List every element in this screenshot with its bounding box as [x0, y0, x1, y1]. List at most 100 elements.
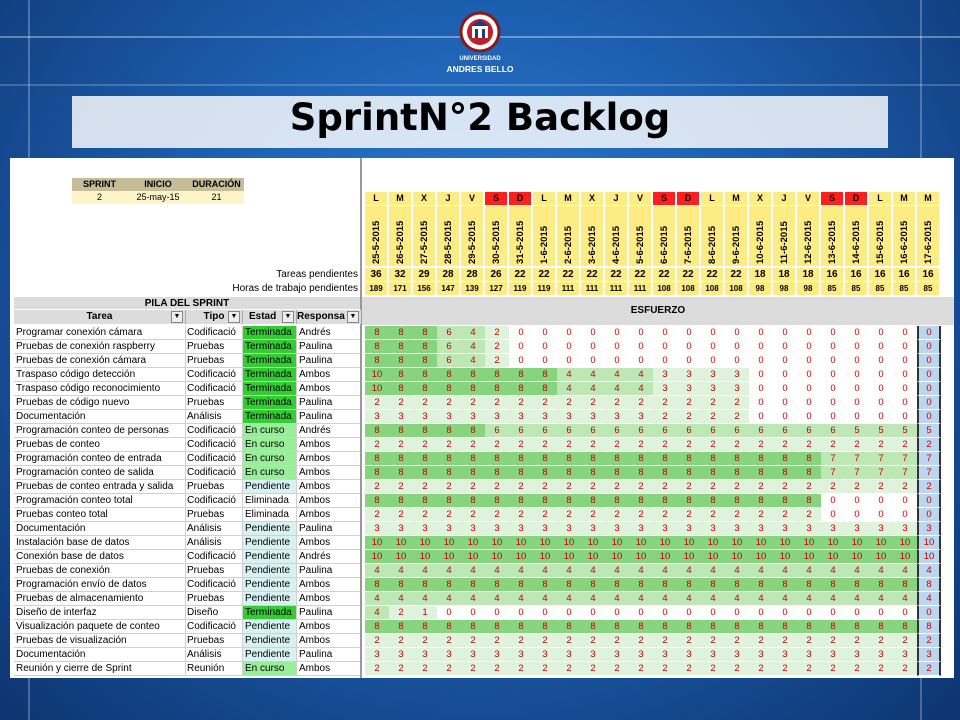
effort-cell[interactable]: 4: [893, 564, 917, 578]
effort-cell[interactable]: 8: [821, 578, 845, 592]
effort-cell[interactable]: 8: [701, 466, 725, 480]
effort-cell[interactable]: 0: [557, 340, 581, 354]
effort-cell[interactable]: 8: [485, 382, 509, 396]
effort-cell[interactable]: 4: [917, 564, 941, 578]
effort-cell[interactable]: 2: [485, 396, 509, 410]
task-name[interactable]: Programar conexión cámara: [14, 326, 186, 340]
effort-cell[interactable]: 0: [773, 326, 797, 340]
effort-cell[interactable]: 4: [581, 382, 605, 396]
effort-cell[interactable]: 10: [917, 536, 941, 550]
effort-cell[interactable]: 4: [605, 592, 629, 606]
effort-cell[interactable]: 2: [869, 662, 893, 676]
effort-cell[interactable]: 8: [485, 578, 509, 592]
effort-cell[interactable]: 0: [917, 340, 941, 354]
effort-cell[interactable]: 8: [629, 466, 653, 480]
effort-cell[interactable]: 4: [797, 592, 821, 606]
effort-cell[interactable]: 3: [533, 522, 557, 536]
effort-cell[interactable]: 6: [437, 340, 461, 354]
effort-cell[interactable]: 8: [725, 620, 749, 634]
effort-cell[interactable]: 8: [509, 466, 533, 480]
effort-cell[interactable]: 4: [557, 382, 581, 396]
effort-cell[interactable]: 0: [869, 508, 893, 522]
effort-cell[interactable]: 8: [629, 620, 653, 634]
effort-cell[interactable]: 4: [845, 592, 869, 606]
effort-cell[interactable]: 10: [389, 550, 413, 564]
task-name[interactable]: Pruebas de visualización: [14, 634, 186, 648]
task-type[interactable]: Pruebas: [186, 396, 243, 410]
effort-cell[interactable]: 2: [653, 662, 677, 676]
effort-cell[interactable]: 4: [773, 564, 797, 578]
effort-cell[interactable]: 2: [389, 508, 413, 522]
effort-cell[interactable]: 8: [605, 466, 629, 480]
effort-cell[interactable]: 8: [365, 340, 389, 354]
effort-cell[interactable]: 8: [797, 494, 821, 508]
effort-cell[interactable]: 0: [725, 606, 749, 620]
effort-cell[interactable]: 4: [917, 592, 941, 606]
task-name[interactable]: Pruebas conteo total: [14, 508, 186, 522]
effort-cell[interactable]: 8: [389, 466, 413, 480]
effort-cell[interactable]: 3: [557, 410, 581, 424]
task-owner[interactable]: Ambos: [297, 536, 360, 550]
task-name[interactable]: Visualización paquete de conteo: [14, 620, 186, 634]
effort-cell[interactable]: 8: [581, 452, 605, 466]
effort-cell[interactable]: 10: [389, 536, 413, 550]
effort-cell[interactable]: 2: [389, 606, 413, 620]
effort-cell[interactable]: 2: [629, 508, 653, 522]
effort-cell[interactable]: 0: [701, 606, 725, 620]
effort-cell[interactable]: 2: [581, 480, 605, 494]
effort-cell[interactable]: 2: [749, 508, 773, 522]
effort-cell[interactable]: 7: [893, 466, 917, 480]
task-owner[interactable]: Paulina: [297, 340, 360, 354]
effort-cell[interactable]: 5: [869, 424, 893, 438]
task-owner[interactable]: Andrés: [297, 424, 360, 438]
effort-cell[interactable]: 0: [509, 340, 533, 354]
effort-cell[interactable]: 8: [773, 578, 797, 592]
effort-cell[interactable]: 3: [653, 648, 677, 662]
effort-cell[interactable]: 0: [677, 340, 701, 354]
task-type[interactable]: Codificació: [186, 452, 243, 466]
effort-cell[interactable]: 2: [605, 508, 629, 522]
effort-cell[interactable]: 2: [557, 662, 581, 676]
effort-cell[interactable]: 4: [629, 592, 653, 606]
effort-cell[interactable]: 8: [533, 466, 557, 480]
effort-cell[interactable]: 10: [365, 368, 389, 382]
effort-cell[interactable]: 8: [389, 494, 413, 508]
effort-cell[interactable]: 6: [701, 424, 725, 438]
effort-cell[interactable]: 6: [653, 424, 677, 438]
effort-cell[interactable]: 0: [749, 326, 773, 340]
effort-cell[interactable]: 2: [821, 480, 845, 494]
task-name[interactable]: Reunión y cierre de Sprint: [14, 662, 186, 676]
effort-cell[interactable]: 10: [797, 536, 821, 550]
effort-cell[interactable]: 4: [605, 564, 629, 578]
effort-cell[interactable]: 8: [653, 620, 677, 634]
effort-cell[interactable]: 2: [485, 354, 509, 368]
task-status[interactable]: Pendiente: [243, 592, 297, 606]
column-header-estado[interactable]: Estad ▼: [243, 310, 297, 324]
effort-cell[interactable]: 5: [893, 424, 917, 438]
effort-cell[interactable]: 10: [677, 550, 701, 564]
task-owner[interactable]: Paulina: [297, 396, 360, 410]
effort-cell[interactable]: 2: [581, 438, 605, 452]
task-status[interactable]: En curso: [243, 438, 297, 452]
effort-cell[interactable]: 0: [557, 326, 581, 340]
effort-cell[interactable]: 4: [629, 382, 653, 396]
task-owner[interactable]: Ambos: [297, 452, 360, 466]
task-status[interactable]: Pendiente: [243, 550, 297, 564]
effort-cell[interactable]: 2: [629, 662, 653, 676]
effort-cell[interactable]: 2: [773, 634, 797, 648]
effort-cell[interactable]: 2: [437, 480, 461, 494]
effort-cell[interactable]: 10: [725, 536, 749, 550]
effort-cell[interactable]: 2: [557, 438, 581, 452]
effort-cell[interactable]: 0: [917, 368, 941, 382]
effort-cell[interactable]: 0: [581, 326, 605, 340]
task-type[interactable]: Codificació: [186, 326, 243, 340]
effort-cell[interactable]: 0: [773, 396, 797, 410]
effort-cell[interactable]: 2: [509, 438, 533, 452]
effort-cell[interactable]: 8: [653, 578, 677, 592]
effort-cell[interactable]: 0: [749, 396, 773, 410]
task-status[interactable]: Terminada: [243, 368, 297, 382]
effort-cell[interactable]: 8: [557, 620, 581, 634]
effort-cell[interactable]: 8: [581, 494, 605, 508]
effort-cell[interactable]: 10: [557, 536, 581, 550]
effort-cell[interactable]: 3: [893, 522, 917, 536]
